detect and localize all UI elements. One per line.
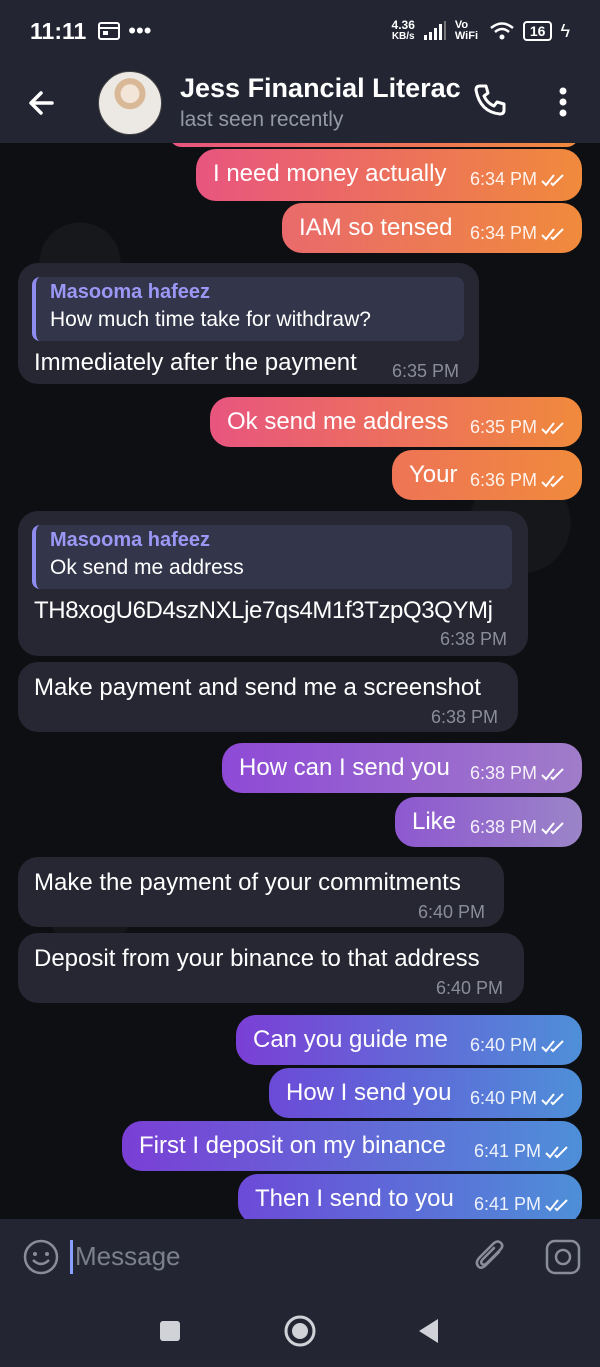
double-check-icon <box>541 475 564 488</box>
avatar[interactable] <box>98 70 162 135</box>
reply-text: How much time take for withdraw? <box>50 308 371 331</box>
message-time: 6:38 PM <box>440 629 508 649</box>
incoming-message[interactable]: Masooma hafeez Ok send me address TH8xog… <box>18 511 528 656</box>
message-time: 6:35 PM <box>470 417 567 438</box>
outgoing-message[interactable]: Then I send to you 6:41 PM <box>238 1174 582 1219</box>
emoji-icon[interactable] <box>22 1238 60 1276</box>
status-time: 11:11 <box>30 17 87 44</box>
double-check-icon <box>541 1093 564 1106</box>
outgoing-message[interactable]: How can I send you 6:38 PM <box>222 743 582 793</box>
camera-icon[interactable] <box>544 1238 582 1276</box>
gallery-notification-icon <box>98 22 121 40</box>
message-time: 6:38 PM <box>470 817 567 838</box>
home-icon[interactable] <box>283 1314 317 1348</box>
battery-indicator: 16 <box>522 21 553 41</box>
signal-icon <box>423 21 446 40</box>
outgoing-message[interactable]: Like 6:38 PM <box>395 797 582 847</box>
double-check-icon <box>541 1040 564 1053</box>
wifi-icon <box>490 22 514 40</box>
outgoing-message[interactable]: How I send you 6:40 PM <box>269 1068 582 1118</box>
contact-info[interactable]: Jess Financial Literacy last seen recent… <box>180 73 460 132</box>
message-time: 6:34 PM <box>470 223 567 244</box>
message-input[interactable]: Message <box>75 1241 181 1272</box>
message-time: 6:38 PM <box>470 763 567 784</box>
message-time: 6:41 PM <box>474 1194 571 1215</box>
message-time: 6:34 PM <box>470 169 567 190</box>
double-check-icon <box>541 174 564 187</box>
last-seen-status: last seen recently <box>180 108 344 131</box>
recents-icon[interactable] <box>158 1319 182 1343</box>
reply-text: Ok send me address <box>50 556 244 579</box>
incoming-message[interactable]: Deposit from your binance to that addres… <box>18 933 524 1003</box>
charging-icon: ϟ <box>560 20 570 41</box>
double-check-icon <box>545 1199 568 1212</box>
message-list[interactable]: I need money actually 6:34 PM IAM so ten… <box>0 143 600 1219</box>
message-time: 6:40 PM <box>418 902 486 922</box>
outgoing-message[interactable]: First I deposit on my binance 6:41 PM <box>122 1121 582 1171</box>
outgoing-message[interactable]: Can you guide me 6:40 PM <box>236 1015 582 1065</box>
incoming-message[interactable]: Masooma hafeez How much time take for wi… <box>18 263 479 384</box>
status-bar: 11:11 ••• 4.36 KB/s Vo WiFi 16 ϟ <box>0 0 600 62</box>
outgoing-message[interactable]: Your 6:36 PM <box>392 450 582 500</box>
reply-author: Masooma hafeez <box>50 281 211 303</box>
contact-name: Jess Financial Literacy <box>180 73 460 103</box>
cropped-message-bubble <box>170 143 578 147</box>
more-vert-icon[interactable] <box>553 82 573 122</box>
message-time: 6:40 PM <box>436 978 504 998</box>
reply-quote[interactable]: Masooma hafeez Ok send me address <box>32 525 512 589</box>
double-check-icon <box>541 422 564 435</box>
phone-icon[interactable] <box>472 82 508 118</box>
reply-author: Masooma hafeez <box>50 529 211 551</box>
back-arrow-icon[interactable] <box>22 83 62 123</box>
network-speed: 4.36 KB/s <box>391 18 415 42</box>
chat-header: Jess Financial Literacy last seen recent… <box>0 62 600 143</box>
more-notifications-icon: ••• <box>128 18 152 43</box>
incoming-message[interactable]: Make payment and send me a screenshot 6:… <box>18 662 518 732</box>
outgoing-message[interactable]: I need money actually 6:34 PM <box>196 149 582 201</box>
message-composer: Message <box>0 1219 600 1294</box>
system-navigation-bar <box>0 1294 600 1367</box>
outgoing-message[interactable]: IAM so tensed 6:34 PM <box>282 203 582 253</box>
message-time: 6:38 PM <box>431 707 499 727</box>
message-time: 6:41 PM <box>474 1141 571 1162</box>
back-nav-icon[interactable] <box>416 1317 442 1345</box>
double-check-icon <box>541 822 564 835</box>
text-caret <box>70 1239 73 1274</box>
double-check-icon <box>541 768 564 781</box>
message-time: 6:36 PM <box>470 470 567 491</box>
reply-quote[interactable]: Masooma hafeez How much time take for wi… <box>32 277 464 341</box>
attach-icon[interactable] <box>472 1238 508 1276</box>
outgoing-message[interactable]: Ok send me address 6:35 PM <box>210 397 582 447</box>
double-check-icon <box>545 1146 568 1159</box>
incoming-message[interactable]: Make the payment of your commitments 6:4… <box>18 857 504 927</box>
message-time: 6:35 PM <box>392 361 460 381</box>
double-check-icon <box>541 228 564 241</box>
message-time: 6:40 PM <box>470 1035 567 1056</box>
vowifi-label: Vo WiFi <box>454 19 479 42</box>
message-time: 6:40 PM <box>470 1088 567 1109</box>
